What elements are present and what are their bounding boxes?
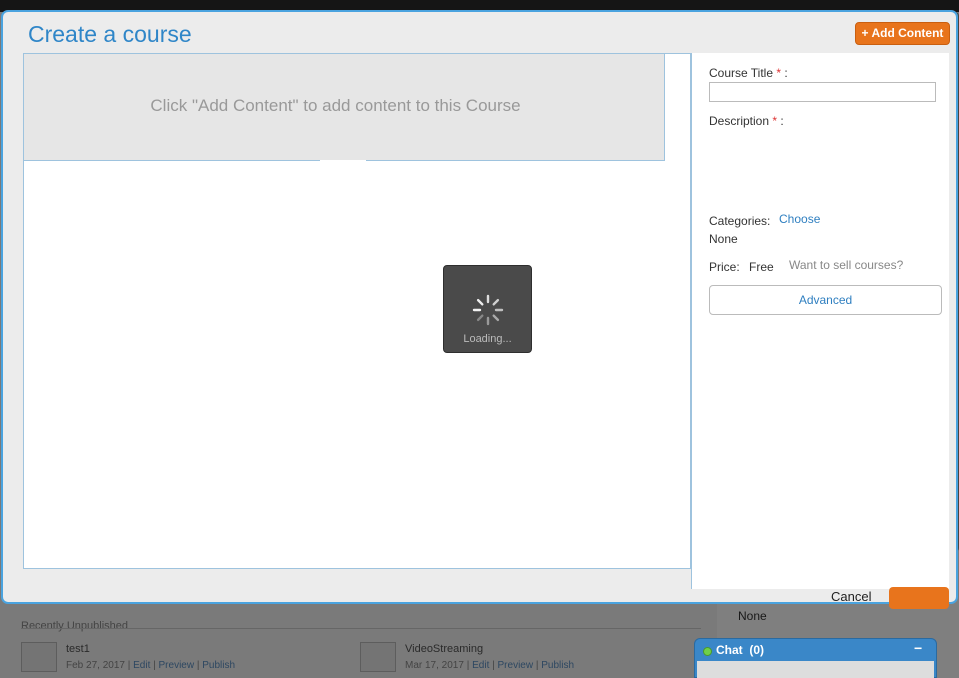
chat-label: Chat (0) bbox=[716, 643, 765, 657]
required-mark: * bbox=[772, 114, 778, 128]
modal-title: Create a course bbox=[28, 21, 192, 47]
chat-count: (0) bbox=[749, 643, 765, 657]
price-label: Price: bbox=[709, 260, 740, 274]
spinner-icon bbox=[472, 294, 504, 326]
categories-value: None bbox=[709, 232, 738, 246]
required-mark: * bbox=[776, 66, 782, 80]
course-title-label: Course Title * : bbox=[709, 66, 788, 80]
description-editor[interactable] bbox=[709, 131, 936, 201]
sell-courses-link[interactable]: Want to sell courses? bbox=[789, 258, 903, 272]
course-content-area: Click "Add Content" to add content to th… bbox=[23, 53, 691, 569]
categories-label: Categories: bbox=[709, 214, 771, 228]
hint-gap bbox=[320, 160, 366, 162]
course-title-input[interactable] bbox=[709, 82, 936, 102]
chat-widget[interactable]: Chat (0) − bbox=[694, 638, 937, 678]
price-value: Free bbox=[749, 260, 774, 274]
chat-body bbox=[697, 661, 934, 678]
loading-label: Loading... bbox=[463, 333, 512, 345]
course-details-panel: Course Title * : Description * : Categor… bbox=[691, 53, 949, 589]
loading-indicator: Loading... bbox=[443, 265, 532, 353]
create-course-modal: Create a course + Add Content Click "Add… bbox=[1, 10, 958, 609]
description-label: Description * : bbox=[709, 114, 784, 128]
advanced-button[interactable]: Advanced bbox=[709, 285, 942, 315]
cancel-button[interactable]: Cancel bbox=[831, 589, 871, 604]
add-content-hint-box: Click "Add Content" to add content to th… bbox=[24, 54, 665, 161]
online-status-icon bbox=[703, 647, 712, 656]
add-content-hint: Click "Add Content" to add content to th… bbox=[150, 96, 521, 115]
choose-categories-link[interactable]: Choose bbox=[779, 212, 820, 226]
minimize-icon[interactable]: − bbox=[914, 640, 922, 656]
add-content-button[interactable]: + Add Content bbox=[855, 22, 950, 45]
save-button[interactable] bbox=[889, 587, 949, 609]
